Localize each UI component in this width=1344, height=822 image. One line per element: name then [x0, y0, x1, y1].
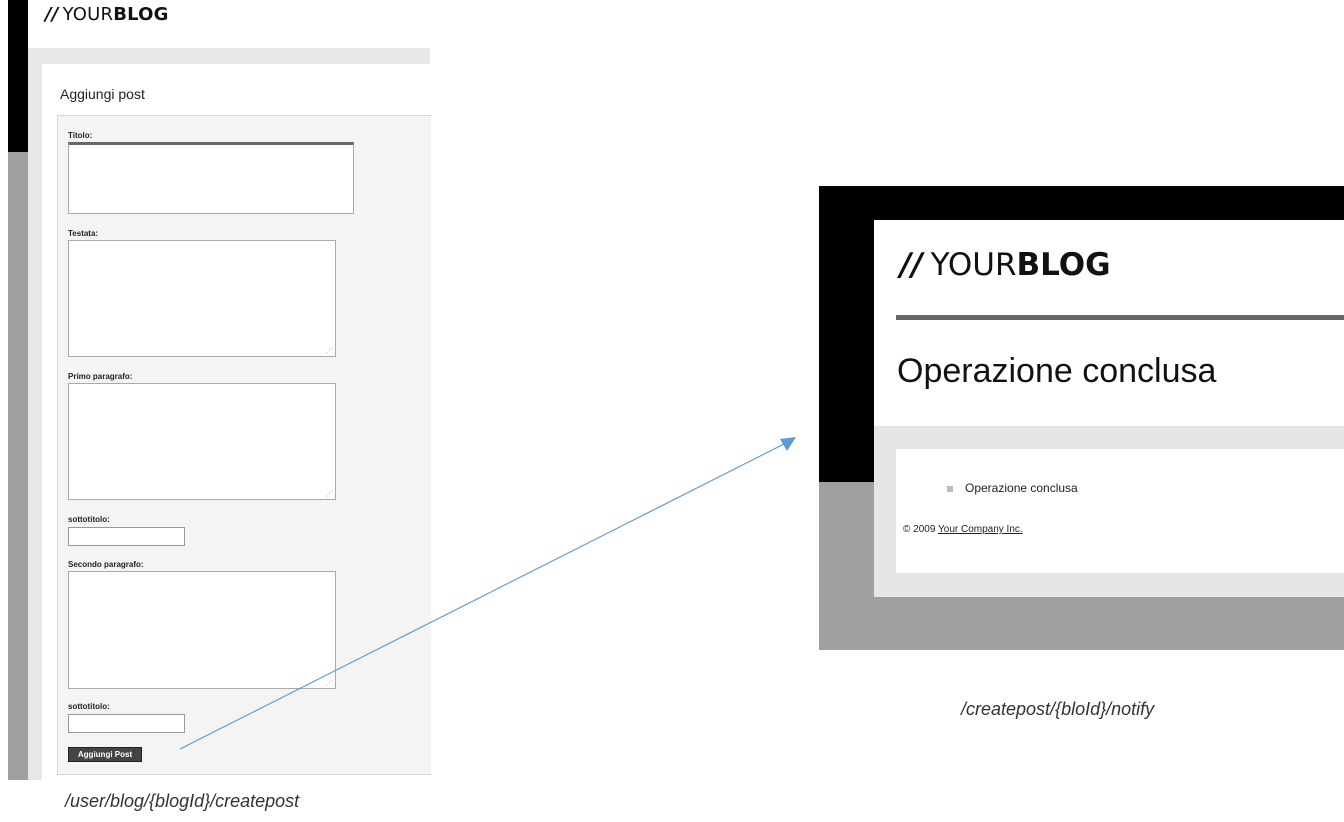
arrow-line: [179, 442, 787, 750]
arrow-head: [780, 437, 796, 451]
navigation-arrow-icon: [179, 437, 796, 750]
